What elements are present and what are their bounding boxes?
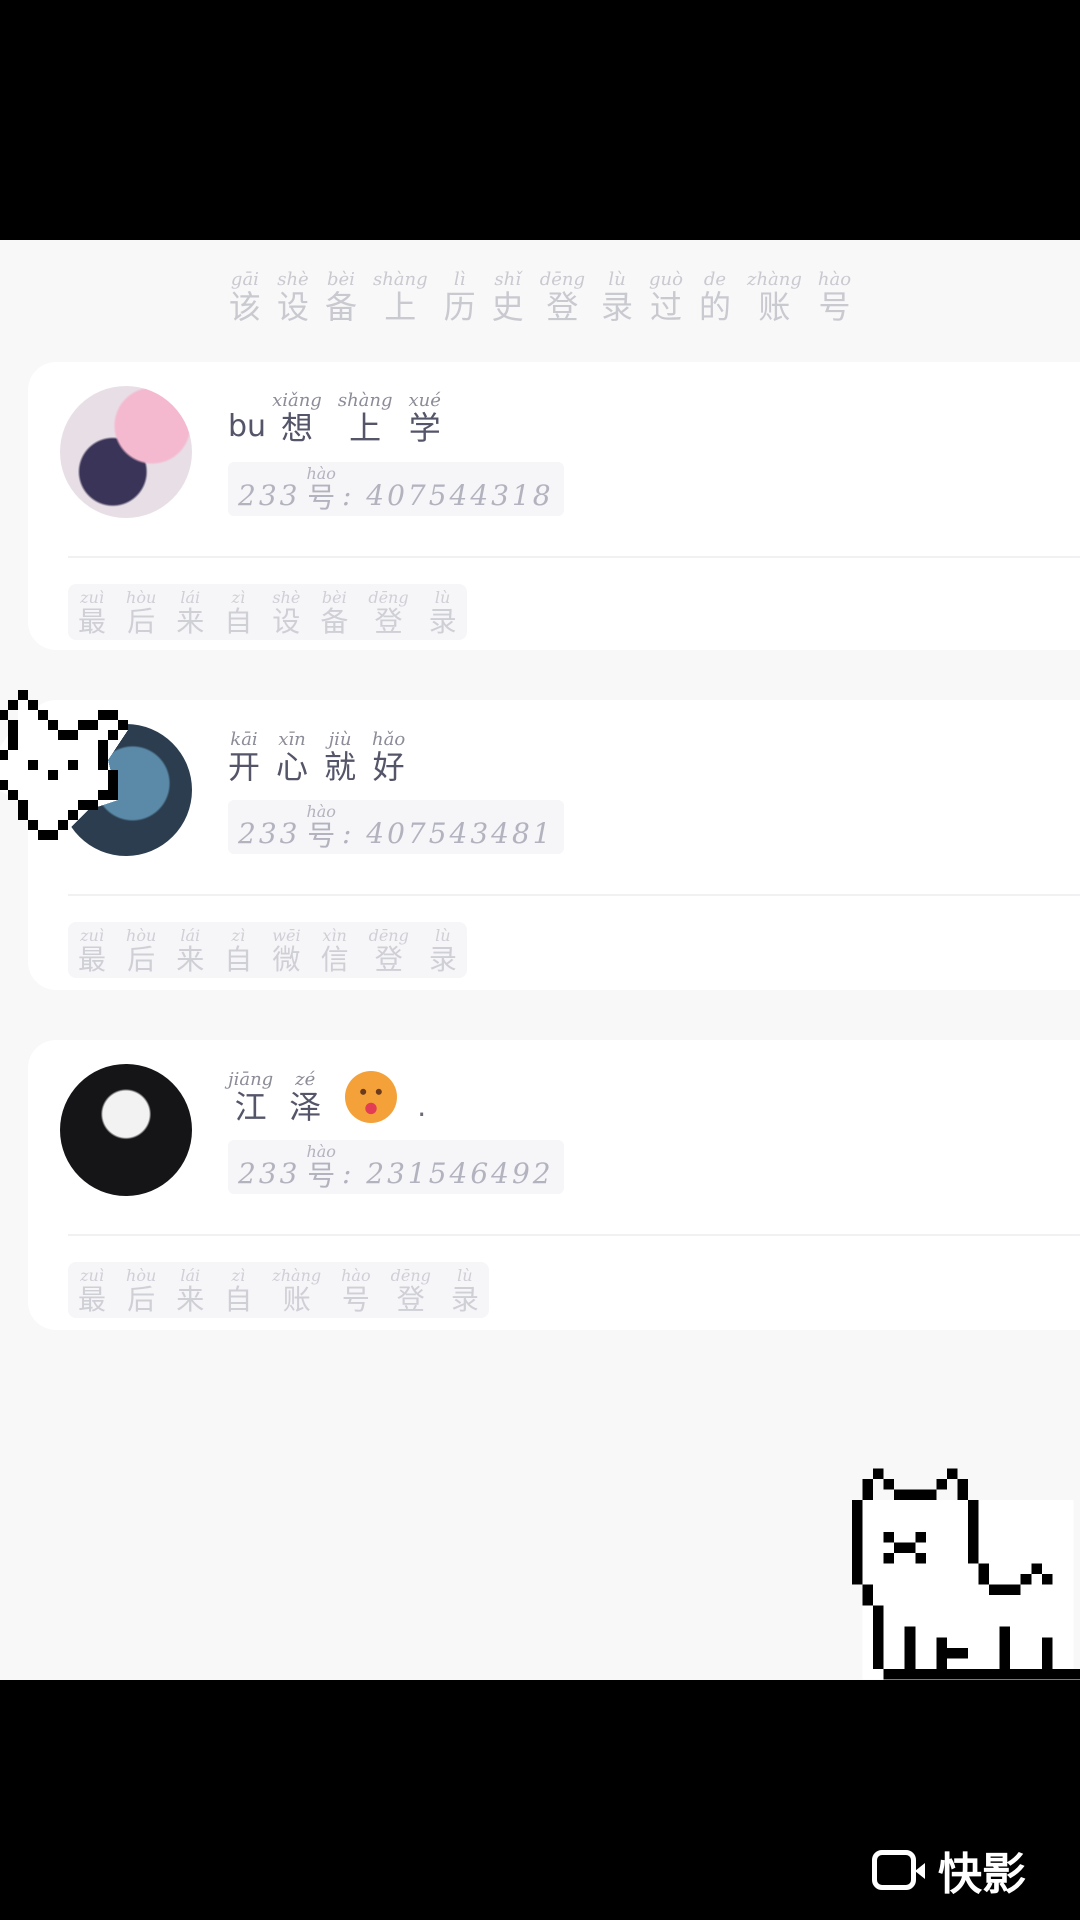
footer-char: hào 号 (341, 1266, 371, 1316)
title-char: shǐ 史 (491, 269, 524, 326)
uid-value: : 407543481 (341, 817, 554, 850)
footer-char: zì 自 (224, 926, 253, 976)
pixel-cat-sticker (852, 1468, 1080, 1680)
title-char: bèi 备 (324, 269, 357, 326)
account-id: 233 hào 号 : 407544318 (228, 462, 564, 516)
section-title: gāi 该 shè 设 bèi 备 shàng 上 lì 历 shǐ 史 dēng 登 lù 录 guò 过 de 的… (0, 269, 1080, 326)
footer-char: xìn 信 (320, 926, 349, 976)
title-char: hào 号 (817, 269, 852, 326)
footer-char: lái 来 (176, 926, 205, 976)
name-char: xué 学 (408, 390, 441, 447)
name-char: zé 泽 (289, 1069, 322, 1126)
pixel-star-sticker (0, 690, 128, 840)
title-char: de 的 (698, 269, 731, 326)
name-char: hǎo 好 (372, 729, 406, 786)
name-char: xiǎng 想 (272, 390, 322, 447)
footer-char: lái 来 (176, 588, 205, 638)
footer-char: lù 录 (450, 1266, 479, 1316)
name-char: jiāng 江 (228, 1069, 274, 1126)
title-char: shè 设 (276, 269, 309, 326)
footer-char: hòu 后 (126, 1266, 157, 1316)
account-name: jiāng 江 zé 泽. (228, 1070, 426, 1123)
footer-char: zì 自 (224, 1266, 253, 1316)
uid-label: hào 号 (306, 464, 336, 514)
footer-char: dēng 登 (390, 1266, 431, 1316)
uid-label: hào 号 (306, 802, 336, 852)
uid-prefix: 233 (238, 1157, 301, 1190)
uid-value: : 407544318 (341, 479, 554, 512)
account-card-3[interactable]: jiāng 江 zé 泽. 233 hào 号 : 231546492 zuì 最 hòu… (28, 1040, 1080, 1330)
divider (68, 894, 1080, 896)
title-char: shàng 上 (372, 269, 428, 326)
footer-char: lái 来 (176, 1266, 205, 1316)
divider (68, 1234, 1080, 1236)
account-id: 233 hào 号 : 231546492 (228, 1140, 564, 1194)
tongue-emoji-icon (345, 1071, 398, 1123)
account-id: 233 hào 号 : 407543481 (228, 800, 564, 854)
footer-char: lù 录 (428, 926, 457, 976)
name-char: xīn 心 (276, 729, 309, 786)
footer-char: zuì 最 (78, 1266, 107, 1316)
footer-char: zhàng 账 (272, 1266, 322, 1316)
uid-prefix: 233 (238, 479, 301, 512)
footer-char: shè 设 (272, 588, 301, 638)
footer-char: dēng 登 (368, 588, 409, 638)
watermark-text: 快影 (938, 1849, 1026, 1900)
footer-char: zuì 最 (78, 926, 107, 976)
video-camera-icon (872, 1850, 925, 1890)
footer-char: wēi 微 (272, 926, 301, 976)
name-char: jiù 就 (324, 729, 357, 786)
uid-label: hào 号 (306, 1142, 336, 1192)
title-char: lù 录 (600, 269, 633, 326)
title-char: lì 历 (443, 269, 476, 326)
uid-prefix: 233 (238, 817, 301, 850)
footer-char: lù 录 (428, 588, 457, 638)
footer-char: hòu 后 (126, 588, 157, 638)
name-char: kāi 开 (228, 729, 261, 786)
account-name: bu xiǎng 想 shàng 上 xué 学 (228, 390, 441, 447)
footer-char: hòu 后 (126, 926, 157, 976)
top-black-bar (0, 0, 1080, 240)
footer-char: zì 自 (224, 588, 253, 638)
title-char: guò 过 (649, 269, 683, 326)
footer-char: bèi 备 (320, 588, 349, 638)
last-login-info: zuì 最 hòu 后 lái 来 zì 自 zhàng 账 hào 号 dēng 登 lù 录 (68, 1262, 489, 1318)
account-name: kāi 开 xīn 心 jiù 就 hǎo 好 (228, 729, 406, 786)
name-suffix: . (417, 1090, 427, 1123)
last-login-info: zuì 最 hòu 后 lái 来 zì 自 shè 设 bèi 备 dēng 登 lù 录 (68, 584, 467, 640)
account-card-1[interactable]: bu xiǎng 想 shàng 上 xué 学 233 hào 号 : 40754431… (28, 362, 1080, 650)
uid-value: : 231546492 (341, 1157, 554, 1190)
name-prefix: bu (228, 409, 267, 444)
title-char: zhàng 账 (746, 269, 802, 326)
title-char: dēng 登 (539, 269, 585, 326)
divider (68, 556, 1080, 558)
kuaiying-watermark: 快影 (872, 1838, 1026, 1902)
avatar (60, 386, 192, 518)
footer-char: zuì 最 (78, 588, 107, 638)
avatar (60, 1064, 192, 1196)
name-char: shàng 上 (337, 390, 393, 447)
section-title-text: gāi 该 shè 设 bèi 备 shàng 上 lì 历 shǐ 史 dēng 登 lù 录 guò 过 de 的… (228, 269, 852, 326)
title-char: gāi 该 (228, 269, 261, 326)
last-login-info: zuì 最 hòu 后 lái 来 zì 自 wēi 微 xìn 信 dēng 登 lù 录 (68, 922, 467, 978)
footer-char: dēng 登 (368, 926, 409, 976)
account-history-panel: gāi 该 shè 设 bèi 备 shàng 上 lì 历 shǐ 史 dēng 登 lù 录 guò 过 de 的… (0, 240, 1080, 1680)
